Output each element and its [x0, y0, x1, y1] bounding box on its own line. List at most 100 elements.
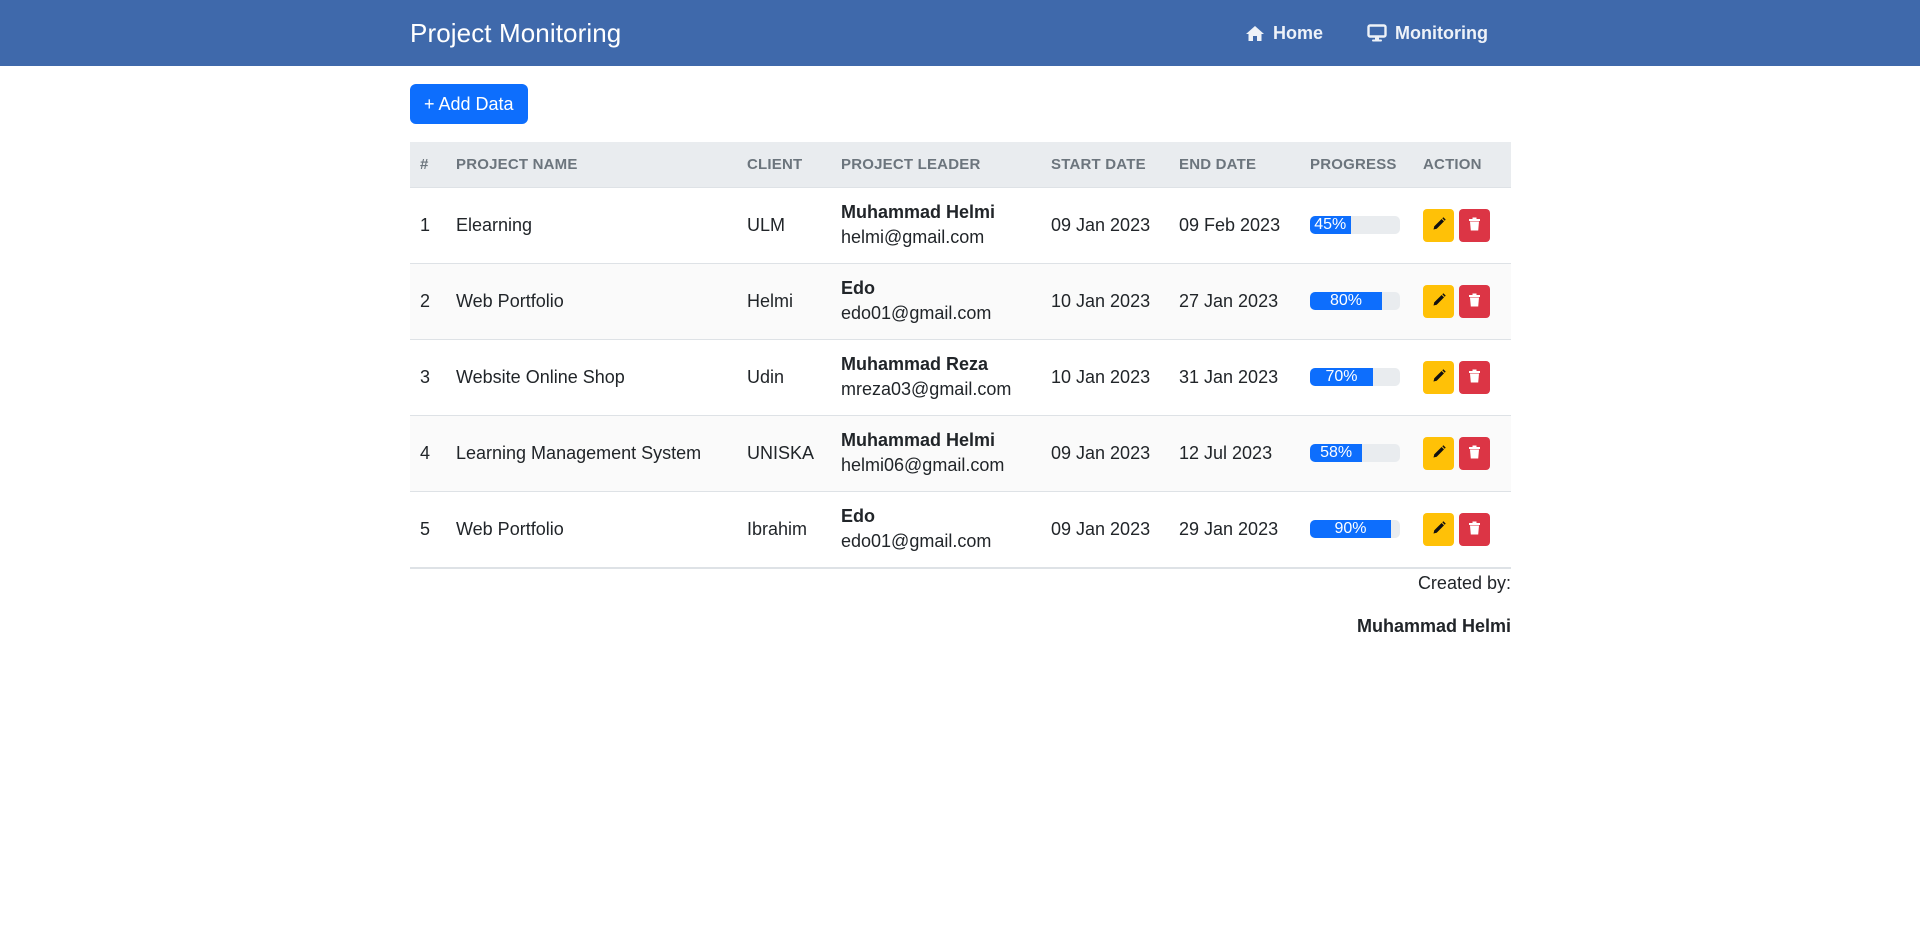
progress-fill: 90% [1310, 520, 1391, 538]
row-index: 3 [410, 339, 446, 416]
leader-cell: Muhammad Helmi helmi@gmail.com [831, 187, 1041, 264]
leader-cell: Edo edo01@gmail.com [831, 263, 1041, 340]
client-cell: ULM [737, 187, 831, 264]
header-project-name: PROJECT NAME [446, 142, 737, 188]
leader-name: Muhammad Reza [841, 354, 989, 374]
pencil-icon [1432, 292, 1446, 310]
client-cell: Ibrahim [737, 491, 831, 569]
home-icon [1245, 25, 1265, 42]
progress-bar: 70% [1310, 368, 1400, 386]
pencil-icon [1432, 216, 1446, 234]
progress-fill: 58% [1310, 444, 1363, 462]
progress-bar: 58% [1310, 444, 1400, 462]
leader-name: Muhammad Helmi [841, 202, 996, 222]
delete-button[interactable] [1459, 208, 1490, 242]
header-start-date: START DATE [1041, 142, 1169, 188]
delete-button[interactable] [1459, 360, 1490, 394]
progress-bar: 45% [1310, 216, 1400, 234]
leader-email: helmi06@gmail.com [841, 455, 1005, 475]
project-name-cell: Website Online Shop [446, 339, 737, 416]
delete-button[interactable] [1459, 284, 1490, 318]
nav-links: Home Monitoring [1245, 23, 1488, 44]
start-date-cell: 10 Jan 2023 [1041, 339, 1169, 416]
delete-button[interactable] [1459, 436, 1490, 470]
leader-name: Edo [841, 278, 875, 298]
progress-fill: 70% [1310, 368, 1373, 386]
client-cell: UNISKA [737, 415, 831, 492]
leader-name: Edo [841, 506, 875, 526]
edit-button[interactable] [1423, 436, 1454, 470]
edit-button[interactable] [1423, 208, 1454, 242]
row-index: 1 [410, 187, 446, 264]
pencil-icon [1432, 444, 1446, 462]
progress-cell: 45% [1300, 187, 1413, 264]
leader-cell: Muhammad Helmi helmi06@gmail.com [831, 415, 1041, 492]
edit-button[interactable] [1423, 512, 1454, 546]
start-date-cell: 09 Jan 2023 [1041, 415, 1169, 492]
table-row: 4 Learning Management System UNISKA Muha… [410, 415, 1511, 492]
row-actions [1423, 436, 1511, 470]
row-actions [1423, 360, 1511, 394]
action-cell [1413, 187, 1511, 264]
table-header: # PROJECT NAME CLIENT PROJECT LEADER STA… [410, 142, 1511, 188]
progress-bar: 80% [1310, 292, 1400, 310]
table-header-row: # PROJECT NAME CLIENT PROJECT LEADER STA… [410, 142, 1511, 188]
row-actions [1423, 284, 1511, 318]
leader-email: helmi@gmail.com [841, 227, 985, 247]
header-action: ACTION [1413, 142, 1511, 188]
header-project-leader: PROJECT LEADER [831, 142, 1041, 188]
row-index: 2 [410, 263, 446, 340]
progress-cell: 90% [1300, 491, 1413, 569]
add-data-button[interactable]: + Add Data [410, 84, 528, 124]
leader-cell: Edo edo01@gmail.com [831, 491, 1041, 569]
table-body: 1 Elearning ULM Muhammad Helmi helmi@gma… [410, 187, 1511, 569]
pencil-icon [1432, 520, 1446, 538]
trash-icon [1468, 217, 1481, 234]
client-cell: Helmi [737, 263, 831, 340]
leader-email: edo01@gmail.com [841, 531, 992, 551]
end-date-cell: 31 Jan 2023 [1169, 339, 1300, 416]
navbar: Project Monitoring Home Monitoring [0, 0, 1920, 66]
nav-link-home[interactable]: Home [1245, 23, 1323, 44]
trash-icon [1468, 521, 1481, 538]
table-row: 3 Website Online Shop Udin Muhammad Reza… [410, 339, 1511, 416]
footer: Created by: Muhammad Helmi [410, 573, 1511, 637]
edit-button[interactable] [1423, 284, 1454, 318]
start-date-cell: 10 Jan 2023 [1041, 263, 1169, 340]
client-cell: Udin [737, 339, 831, 416]
pencil-icon [1432, 368, 1446, 386]
project-name-cell: Learning Management System [446, 415, 737, 492]
leader-email: mreza03@gmail.com [841, 379, 1012, 399]
action-cell [1413, 339, 1511, 416]
nav-link-monitoring[interactable]: Monitoring [1367, 23, 1488, 44]
edit-button[interactable] [1423, 360, 1454, 394]
header-end-date: END DATE [1169, 142, 1300, 188]
trash-icon [1468, 445, 1481, 462]
header-client: CLIENT [737, 142, 831, 188]
progress-cell: 70% [1300, 339, 1413, 416]
project-name-cell: Web Portfolio [446, 491, 737, 569]
progress-bar: 90% [1310, 520, 1400, 538]
navbar-inner: Project Monitoring Home Monitoring [410, 0, 1510, 66]
row-actions [1423, 512, 1511, 546]
created-by-label: Created by: [1417, 572, 1511, 593]
progress-fill: 45% [1310, 216, 1351, 234]
table-row: 1 Elearning ULM Muhammad Helmi helmi@gma… [410, 187, 1511, 264]
progress-cell: 80% [1300, 263, 1413, 340]
end-date-cell: 29 Jan 2023 [1169, 491, 1300, 569]
header-index: # [410, 142, 446, 188]
action-cell [1413, 491, 1511, 569]
row-index: 5 [410, 491, 446, 569]
nav-link-monitoring-label: Monitoring [1395, 22, 1488, 43]
end-date-cell: 12 Jul 2023 [1169, 415, 1300, 492]
leader-name: Muhammad Helmi [841, 430, 996, 450]
leader-cell: Muhammad Reza mreza03@gmail.com [831, 339, 1041, 416]
delete-button[interactable] [1459, 512, 1490, 546]
brand-title[interactable]: Project Monitoring [410, 18, 621, 49]
trash-icon [1468, 369, 1481, 386]
row-actions [1423, 208, 1511, 242]
progress-cell: 58% [1300, 415, 1413, 492]
row-index: 4 [410, 415, 446, 492]
project-name-cell: Web Portfolio [446, 263, 737, 340]
start-date-cell: 09 Jan 2023 [1041, 187, 1169, 264]
